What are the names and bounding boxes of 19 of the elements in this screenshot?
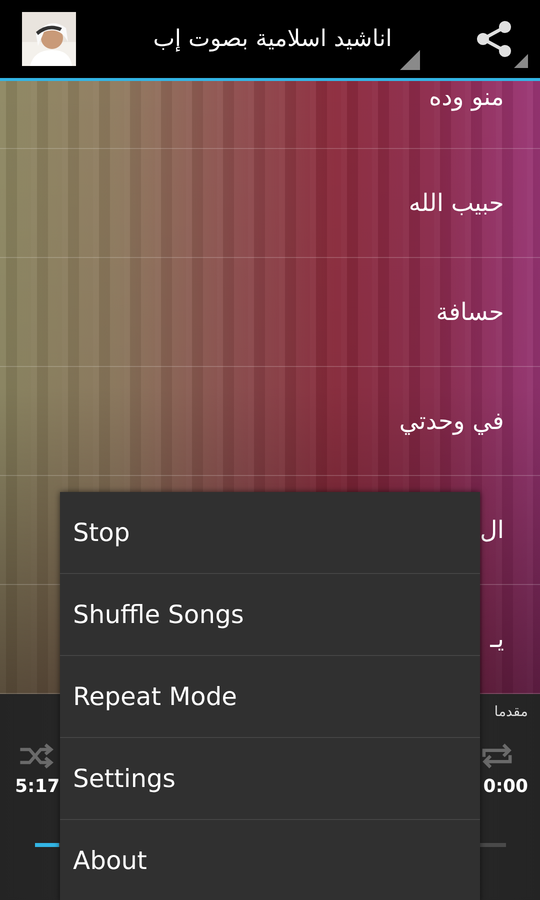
shuffle-icon[interactable]	[18, 742, 56, 770]
track-title: مقدما	[494, 704, 528, 720]
overflow-corner-icon[interactable]	[514, 54, 528, 68]
song-title[interactable]: في وحدتي	[399, 407, 504, 435]
song-title[interactable]: منو وده	[429, 83, 504, 111]
menu-item[interactable]: Stop	[60, 492, 480, 574]
menu-item[interactable]: About	[60, 820, 480, 900]
menu-item[interactable]: Settings	[60, 738, 480, 820]
elapsed-time: 5:17	[15, 776, 60, 797]
share-icon[interactable]	[474, 19, 514, 59]
song-title[interactable]: يـ	[490, 625, 504, 653]
menu-item[interactable]: Shuffle Songs	[60, 574, 480, 656]
dropdown-corner-icon[interactable]	[400, 50, 420, 70]
song-title[interactable]: حبيب الله	[408, 189, 504, 217]
song-title[interactable]: ال	[480, 516, 504, 544]
song-title[interactable]: حسافة	[436, 298, 504, 326]
menu-item[interactable]: Repeat Mode	[60, 656, 480, 738]
total-time: 0:00	[483, 776, 528, 797]
app-title: اناشيد اسلامية بصوت إب	[153, 26, 392, 52]
